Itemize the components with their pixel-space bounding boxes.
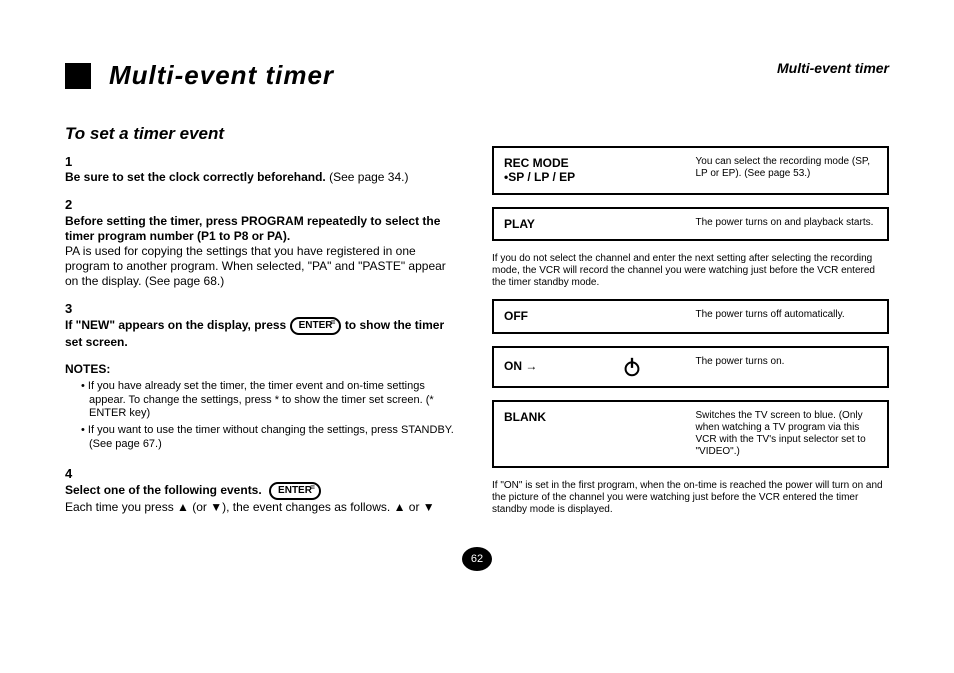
step-1: 1 Be sure to set the clock correctly bef… [65, 154, 462, 185]
step-4: 4 Select one of the following events. EN… [65, 466, 462, 515]
event-box-play: PLAY The power turns on and playback sta… [492, 207, 889, 241]
page-number: 62 [462, 547, 492, 571]
step-text-bold: Be sure to set the clock correctly befor… [65, 170, 326, 184]
step-number: 3 [65, 301, 79, 317]
right-note: If "ON" is set in the first program, whe… [492, 480, 889, 516]
event-desc: The power turns on. [696, 356, 878, 368]
note-bullet: If you want to use the timer without cha… [81, 424, 462, 452]
event-desc: Switches the TV screen to blue. (Only wh… [696, 410, 878, 458]
enter-key-icon: ENTER [290, 317, 342, 335]
step-text-bold: Select one of the following events. [65, 483, 262, 497]
step-number: 1 [65, 154, 79, 170]
step-text-bold: Before setting the timer, press PROGRAM … [65, 214, 440, 243]
section-marker [65, 63, 91, 89]
header-row: Multi-event timer Multi-event timer [65, 60, 889, 91]
page-section-label: Multi-event timer [777, 60, 889, 76]
right-column: REC MODE •SP / LP / EP You can select th… [492, 116, 889, 527]
step-3: 3 If "NEW" appears on the display, press… [65, 301, 462, 350]
step-text: PA is used for copying the settings that… [65, 244, 446, 288]
event-title: ON → [504, 356, 686, 378]
two-columns: To set a timer event 1 Be sure to set th… [65, 116, 889, 527]
step-number: 2 [65, 197, 79, 213]
event-desc: You can select the recording mode (SP, L… [696, 156, 878, 180]
event-title: OFF [504, 309, 686, 323]
page-title: Multi-event timer [109, 60, 334, 91]
event-box-on: ON → The power turns on. [492, 346, 889, 388]
event-title-text: ON → [504, 359, 537, 373]
manual-page: Multi-event timer Multi-event timer To s… [0, 0, 954, 673]
event-desc: The power turns on and playback starts. [696, 217, 878, 229]
event-desc: The power turns off automatically. [696, 309, 878, 321]
left-subheading: To set a timer event [65, 124, 462, 144]
left-column: To set a timer event 1 Be sure to set th… [65, 116, 462, 527]
event-box-recmode: REC MODE •SP / LP / EP You can select th… [492, 146, 889, 195]
notes-heading: NOTES: [65, 362, 462, 376]
right-note: If you do not select the channel and ent… [492, 253, 889, 289]
step-number: 4 [65, 466, 79, 482]
step-text: (See page 34.) [329, 170, 408, 184]
power-icon [621, 356, 643, 378]
step-text: Each time you press ▲ (or ▼), the event … [65, 500, 435, 514]
step-2: 2 Before setting the timer, press PROGRA… [65, 197, 462, 288]
note-bullet: If you have already set the timer, the t… [81, 380, 462, 421]
enter-key-icon: ENTER [269, 482, 321, 500]
event-box-blank: BLANK Switches the TV screen to blue. (O… [492, 400, 889, 468]
event-title: BLANK [504, 410, 686, 424]
event-title: PLAY [504, 217, 686, 231]
event-title: REC MODE •SP / LP / EP [504, 156, 686, 185]
event-box-off: OFF The power turns off automatically. [492, 299, 889, 333]
step-text-bold: If "NEW" appears on the display, press [65, 318, 286, 332]
